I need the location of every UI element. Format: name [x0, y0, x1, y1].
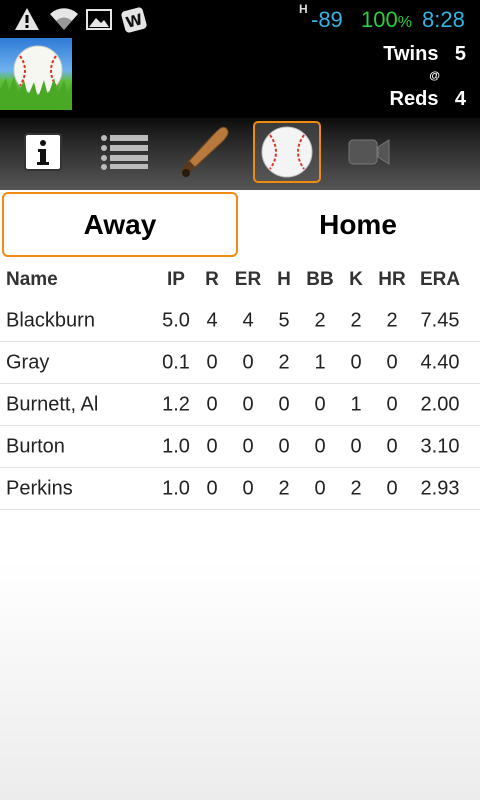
column-header-hr[interactable]: HR [378, 269, 405, 291]
stat-er: 0 [242, 393, 254, 415]
tab-home[interactable]: Home [240, 192, 476, 257]
stat-k: 1 [350, 393, 362, 415]
pitching-stats-table: Name IP R ER H BB K HR ERA Blackburn 5.0… [0, 260, 480, 510]
baseball-icon [261, 126, 313, 178]
pitcher-name: Burton [6, 435, 65, 457]
column-header-name[interactable]: Name [6, 269, 58, 291]
stat-era: 3.10 [420, 435, 460, 457]
info-button[interactable] [9, 121, 77, 183]
at-symbol: @ [429, 70, 440, 82]
column-header-er[interactable]: ER [235, 269, 261, 291]
stat-hr: 0 [386, 393, 398, 415]
stat-er: 0 [242, 435, 254, 457]
battery-value: 100 [361, 7, 398, 32]
info-icon [24, 133, 62, 171]
network-type-indicator: H [299, 2, 308, 16]
baseball-on-grass-icon[interactable] [0, 38, 72, 110]
stat-bb: 0 [314, 477, 326, 499]
stat-r: 0 [206, 477, 218, 499]
stat-h: 0 [278, 393, 290, 415]
away-team-name: Twins [383, 43, 439, 65]
stat-h: 0 [278, 435, 290, 457]
stat-ip: 1.0 [162, 477, 190, 499]
stat-er: 0 [242, 351, 254, 373]
stat-r: 4 [206, 309, 218, 331]
stat-er: 4 [242, 309, 254, 331]
stat-ip: 0.1 [162, 351, 190, 373]
stat-bb: 2 [314, 309, 326, 331]
game-header: Twins 5 @ Reds 4 [0, 38, 480, 118]
away-team-score: Twins 5 [383, 43, 466, 66]
stat-r: 0 [206, 435, 218, 457]
stat-era: 4.40 [420, 351, 460, 373]
away-score: 5 [454, 43, 466, 65]
column-header-k[interactable]: K [349, 269, 363, 291]
stat-era: 2.93 [420, 477, 460, 499]
stat-k: 0 [350, 351, 362, 373]
column-header-bb[interactable]: BB [306, 269, 333, 291]
pitcher-name: Burnett, Al [6, 393, 99, 415]
column-header-h[interactable]: H [277, 269, 291, 291]
bat-icon [180, 126, 229, 177]
list-button[interactable] [90, 121, 158, 183]
home-team-score: Reds 4 [390, 88, 466, 111]
batting-button[interactable] [170, 121, 238, 183]
column-header-ip[interactable]: IP [167, 269, 185, 291]
stat-bb: 0 [314, 393, 326, 415]
table-header-row: Name IP R ER H BB K HR ERA [0, 260, 480, 300]
stat-hr: 2 [386, 309, 398, 331]
clock: 8:28 [422, 7, 465, 32]
stat-bb: 0 [314, 435, 326, 457]
stat-k: 2 [350, 477, 362, 499]
table-row[interactable]: Blackburn 5.0 4 4 5 2 2 2 7.45 [0, 300, 480, 342]
list-icon [101, 135, 148, 170]
signal-strength: -89 [311, 7, 343, 32]
pitcher-name: Perkins [6, 477, 73, 499]
battery-level: 100% [361, 7, 412, 33]
stat-h: 2 [278, 477, 290, 499]
pitching-button[interactable] [253, 121, 321, 183]
stat-k: 0 [350, 435, 362, 457]
stat-ip: 1.0 [162, 435, 190, 457]
stat-hr: 0 [386, 435, 398, 457]
image-icon [86, 7, 112, 36]
team-tabs: Away Home [0, 190, 480, 260]
tab-away[interactable]: Away [2, 192, 238, 257]
stat-k: 2 [350, 309, 362, 331]
status-bar: W H -89 100% 8:28 [0, 0, 480, 38]
stat-hr: 0 [386, 477, 398, 499]
pitcher-name: Gray [6, 351, 50, 373]
battery-unit: % [397, 14, 412, 31]
stat-bb: 1 [314, 351, 326, 373]
stat-era: 2.00 [420, 393, 460, 415]
table-row[interactable]: Perkins 1.0 0 0 2 0 2 0 2.93 [0, 468, 480, 510]
video-button[interactable] [335, 121, 403, 183]
wifi-icon [50, 7, 78, 36]
home-team-name: Reds [389, 88, 439, 110]
stat-ip: 1.2 [162, 393, 190, 415]
column-header-r[interactable]: R [205, 269, 219, 291]
stat-h: 5 [278, 309, 290, 331]
stat-h: 2 [278, 351, 290, 373]
stat-era: 7.45 [420, 309, 460, 331]
home-score: 4 [454, 88, 466, 110]
warning-icon [14, 7, 40, 36]
toolbar [0, 118, 480, 190]
w-app-icon: W [121, 7, 147, 38]
video-camera-icon [348, 139, 390, 165]
stat-hr: 0 [386, 351, 398, 373]
table-row[interactable]: Burton 1.0 0 0 0 0 0 0 3.10 [0, 426, 480, 468]
stat-ip: 5.0 [162, 309, 190, 331]
table-row[interactable]: Burnett, Al 1.2 0 0 0 0 1 0 2.00 [0, 384, 480, 426]
stat-r: 0 [206, 393, 218, 415]
table-row[interactable]: Gray 0.1 0 0 2 1 0 0 4.40 [0, 342, 480, 384]
pitcher-name: Blackburn [6, 309, 95, 331]
stat-er: 0 [242, 477, 254, 499]
stat-r: 0 [206, 351, 218, 373]
column-header-era[interactable]: ERA [420, 269, 460, 291]
